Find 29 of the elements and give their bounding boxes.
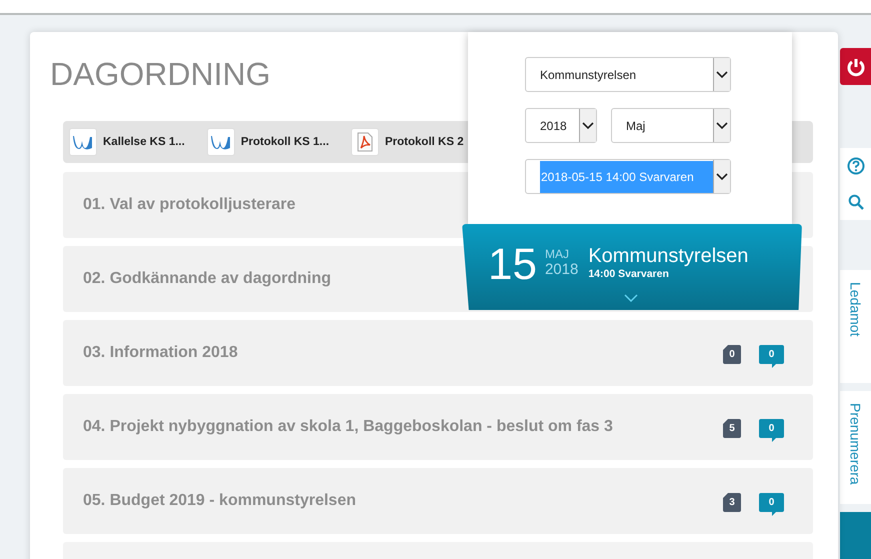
chevron-down-icon xyxy=(716,70,728,78)
document-link[interactable]: Kallelse KS 1... xyxy=(69,128,185,156)
power-button[interactable] xyxy=(840,48,871,85)
agenda-item[interactable]: 04. Projekt nybyggnation av skola 1, Baggeboskolan - beslut om fas 3 5 0 xyxy=(63,394,813,460)
help-button[interactable] xyxy=(840,148,871,184)
document-link[interactable]: Protokoll KS 1... xyxy=(206,128,330,156)
power-icon xyxy=(846,56,866,76)
document-count-badge: 5 xyxy=(723,419,741,438)
dropdown[interactable]: 2018 xyxy=(525,108,597,143)
chevron-down-icon xyxy=(582,122,594,130)
sidebar-tab[interactable]: Prenumerera xyxy=(840,391,871,504)
dropdown[interactable]: Maj xyxy=(611,108,731,143)
pdf-document-icon xyxy=(356,132,374,152)
document-link[interactable]: Protokoll KS 2 xyxy=(351,128,464,156)
search-button[interactable] xyxy=(840,184,871,220)
search-icon xyxy=(848,194,864,210)
agenda-item[interactable]: 03. Information 2018 0 0 xyxy=(63,320,813,386)
page-title: DAGORDNING xyxy=(50,55,270,94)
sidebar-tab[interactable]: Ledamot xyxy=(840,270,871,383)
agenda-item[interactable]: 05. Budget 2019 - kommunstyrelsen 3 0 xyxy=(63,468,813,534)
document-count-badge: 0 xyxy=(723,345,741,364)
document-count-badge: 3 xyxy=(723,493,741,512)
chevron-down-icon xyxy=(716,172,728,180)
word-document-icon xyxy=(210,134,231,150)
chevron-down-icon xyxy=(624,294,638,302)
help-icon xyxy=(846,157,864,175)
chevron-down-icon xyxy=(716,122,728,130)
dropdown[interactable]: Kommunstyrelsen xyxy=(525,57,731,92)
word-document-icon xyxy=(73,134,93,150)
